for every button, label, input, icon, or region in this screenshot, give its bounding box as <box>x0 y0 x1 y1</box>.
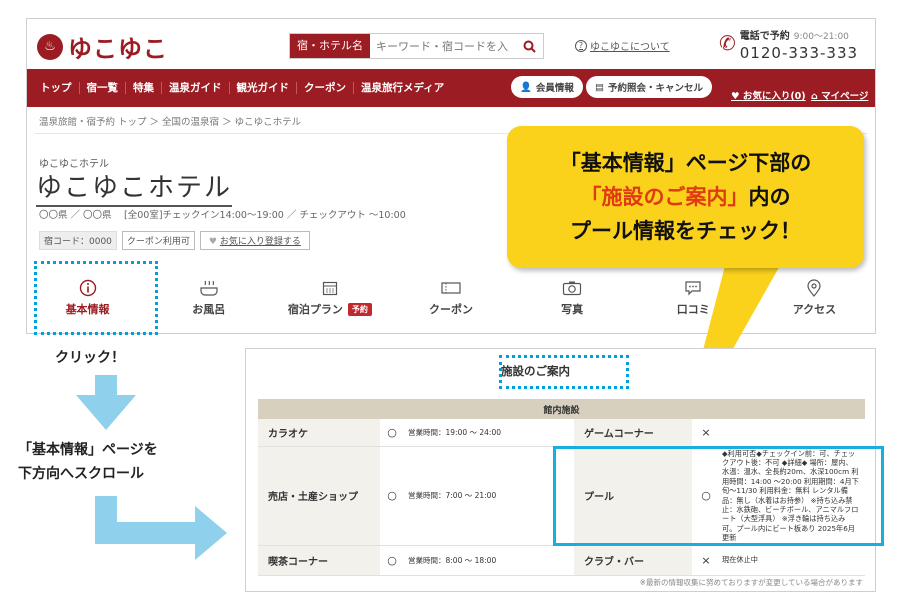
facility-detail: 営業時間：19:00 〜 24:00 <box>404 419 574 447</box>
callout-line1: 「基本情報」ページ下部の <box>559 151 812 175</box>
facility-name: クラブ・バー <box>574 545 692 576</box>
facility-name: 喫茶コーナー <box>258 545 380 576</box>
callout-line3: プール情報をチェック！ <box>570 219 801 243</box>
availability-mark: ○ <box>380 545 404 576</box>
scroll-instruction-line2: 下方向へスクロール <box>18 466 144 482</box>
callout-highlight: 「施設のご案内」 <box>580 185 749 209</box>
scroll-instruction-line1: 「基本情報」ページを <box>18 442 158 458</box>
table-header-row: 館内施設 <box>258 399 865 419</box>
table-row: 喫茶コーナー ○ 営業時間：8:00 〜 18:00 クラブ・バー × 現在休止… <box>258 545 865 576</box>
facility-detail: 営業時間：8:00 〜 18:00 <box>404 545 574 576</box>
facility-detail: 営業時間：7:00 〜 21:00 <box>404 446 574 546</box>
down-arrow-icon <box>76 375 136 430</box>
availability-mark: ○ <box>380 446 404 546</box>
facility-detail <box>720 419 865 447</box>
facility-name: ゲームコーナー <box>574 419 692 447</box>
pool-highlight <box>553 446 884 546</box>
facility-name: カラオケ <box>258 419 380 447</box>
availability-mark: × <box>692 419 720 447</box>
facility-note: ※最新の情報収集に努めておりますが変更している場合があります <box>639 578 863 587</box>
table-header: 館内施設 <box>258 399 865 419</box>
facility-detail: 現在休止中 <box>720 545 865 576</box>
availability-mark: ○ <box>380 419 404 447</box>
availability-mark: × <box>692 545 720 576</box>
facility-title-highlight <box>499 355 629 389</box>
right-arrow-icon <box>95 496 227 560</box>
table-row: カラオケ ○ 営業時間：19:00 〜 24:00 ゲームコーナー × <box>258 419 865 447</box>
facility-name: 売店・土産ショップ <box>258 446 380 546</box>
callout-line2-tail: 内の <box>748 185 791 209</box>
callout-box: 「基本情報」ページ下部の 「施設のご案内」内の プール情報をチェック！ <box>507 126 864 268</box>
scroll-instruction: 「基本情報」ページを 下方向へスクロール <box>18 438 158 486</box>
